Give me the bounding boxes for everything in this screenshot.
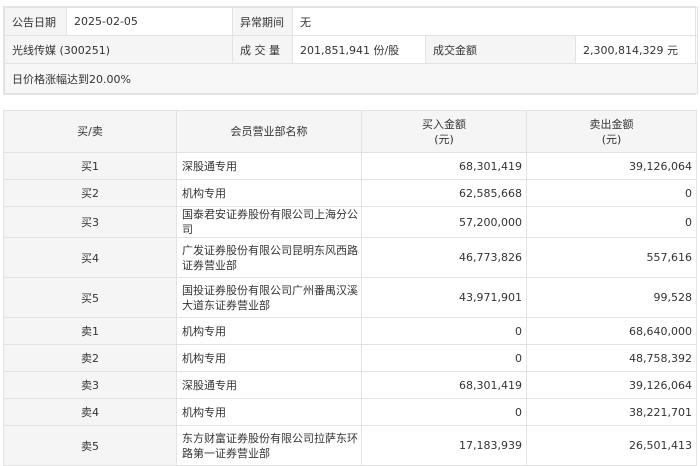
column-header-department: 会员营业部名称 [176,110,362,153]
sell-amount-cell: 39,126,064 [526,152,697,180]
table-row: 卖2 机构专用 0 48,758,392 [3,344,697,372]
sell-amount-cell: 38,221,701 [526,398,697,426]
amount-value: 2,300,814,329 元 [574,35,699,64]
table-row: 买2 机构专用 62,585,668 0 [3,179,697,207]
sell-amount-cell: 48,758,392 [526,344,697,372]
table-row: 卖4 机构专用 0 38,221,701 [3,398,697,426]
info-row-reason: 日价格涨幅达到20.00% [3,63,699,94]
buy-amount-cell: 0 [361,344,527,372]
buy-amount-cell: 43,971,901 [361,277,527,318]
table-row: 买3 国泰君安证券股份有限公司上海分公司 57,200,000 0 [3,206,697,238]
side-cell: 卖4 [3,398,177,426]
department-cell: 东方财富证券股份有限公司拉萨东环路第一证券营业部 [176,425,362,466]
trading-details-table: 买/卖 会员营业部名称 买入金额 (元) 卖出金额 (元) 买1 深股通专用 6… [3,110,697,466]
department-cell: 机构专用 [176,398,362,426]
side-cell: 卖5 [3,425,177,466]
volume-label: 成 交 量 [232,35,293,64]
side-cell: 买1 [3,152,177,180]
trading-details-panel: 买/卖 会员营业部名称 买入金额 (元) 卖出金额 (元) 买1 深股通专用 6… [3,110,697,466]
sell-amount-cell: 0 [526,179,697,207]
department-cell: 机构专用 [176,317,362,345]
side-cell: 卖1 [3,317,177,345]
side-cell: 买5 [3,277,177,318]
table-row: 卖3 深股通专用 68,301,419 39,126,064 [3,371,697,399]
sell-amount-cell: 68,640,000 [526,317,697,345]
table-row: 卖5 东方财富证券股份有限公司拉萨东环路第一证券营业部 17,183,939 2… [3,425,697,466]
listing-reason: 日价格涨幅达到20.00% [3,63,699,94]
table-row: 买4 广发证券股份有限公司昆明东风西路证券营业部 46,773,826 557,… [3,237,697,278]
buy-amount-cell: 17,183,939 [361,425,527,466]
table-header-row: 买/卖 会员营业部名称 买入金额 (元) 卖出金额 (元) [3,110,697,153]
buy-amount-cell: 57,200,000 [361,206,527,238]
side-cell: 买2 [3,179,177,207]
anomaly-period-label: 异常期间 [232,7,293,36]
buy-amount-header-unit: (元) [434,132,454,146]
sell-amount-cell: 26,501,413 [526,425,697,466]
announcement-date-label: 公告日期 [4,7,67,36]
side-cell: 卖3 [3,371,177,399]
department-cell: 机构专用 [176,344,362,372]
sell-amount-cell: 557,616 [526,237,697,278]
stock-name: 光线传媒 (300251) [4,35,233,64]
volume-value: 201,851,941 份/股 [292,35,426,64]
announcement-date-value: 2025-02-05 [66,7,233,36]
department-cell: 国投证券股份有限公司广州番禺汉溪大道东证券营业部 [176,277,362,318]
department-cell: 国泰君安证券股份有限公司上海分公司 [176,206,362,238]
sell-amount-header-label: 卖出金额 [589,117,634,131]
table-row: 卖1 机构专用 0 68,640,000 [3,317,697,345]
anomaly-period-value: 无 [291,7,699,36]
side-cell: 买3 [3,206,177,238]
amount-label: 成交金额 [425,35,576,64]
info-row-stock: 光线传媒 (300251) 成 交 量 201,851,941 份/股 成交金额… [4,35,699,64]
department-cell: 深股通专用 [176,152,362,180]
side-cell: 买4 [3,237,177,278]
announcement-info-panel: 公告日期 2025-02-05 异常期间 无 光线传媒 (300251) 成 交… [3,6,699,95]
buy-amount-cell: 0 [361,317,527,345]
info-row-date: 公告日期 2025-02-05 异常期间 无 [4,7,699,36]
buy-amount-cell: 68,301,419 [361,371,527,399]
table-row: 买5 国投证券股份有限公司广州番禺汉溪大道东证券营业部 43,971,901 9… [3,277,697,318]
department-cell: 广发证券股份有限公司昆明东风西路证券营业部 [176,237,362,278]
column-header-buy-amount: 买入金额 (元) [361,110,527,153]
side-cell: 卖2 [3,344,177,372]
column-header-sell-amount: 卖出金额 (元) [526,110,697,153]
sell-amount-cell: 99,528 [526,277,697,318]
buy-amount-header-label: 买入金额 [422,117,466,131]
buy-amount-cell: 0 [361,398,527,426]
buy-amount-cell: 68,301,419 [361,152,527,180]
column-header-side: 买/卖 [3,110,177,153]
sell-amount-cell: 39,126,064 [526,371,697,399]
department-cell: 深股通专用 [176,371,362,399]
department-cell: 机构专用 [176,179,362,207]
buy-amount-cell: 62,585,668 [361,179,527,207]
table-row: 买1 深股通专用 68,301,419 39,126,064 [3,152,697,180]
buy-amount-cell: 46,773,826 [361,237,527,278]
sell-amount-header-unit: (元) [601,132,622,146]
sell-amount-cell: 0 [526,206,697,238]
announcement-info-table: 公告日期 2025-02-05 异常期间 无 光线传媒 (300251) 成 交… [3,7,699,94]
